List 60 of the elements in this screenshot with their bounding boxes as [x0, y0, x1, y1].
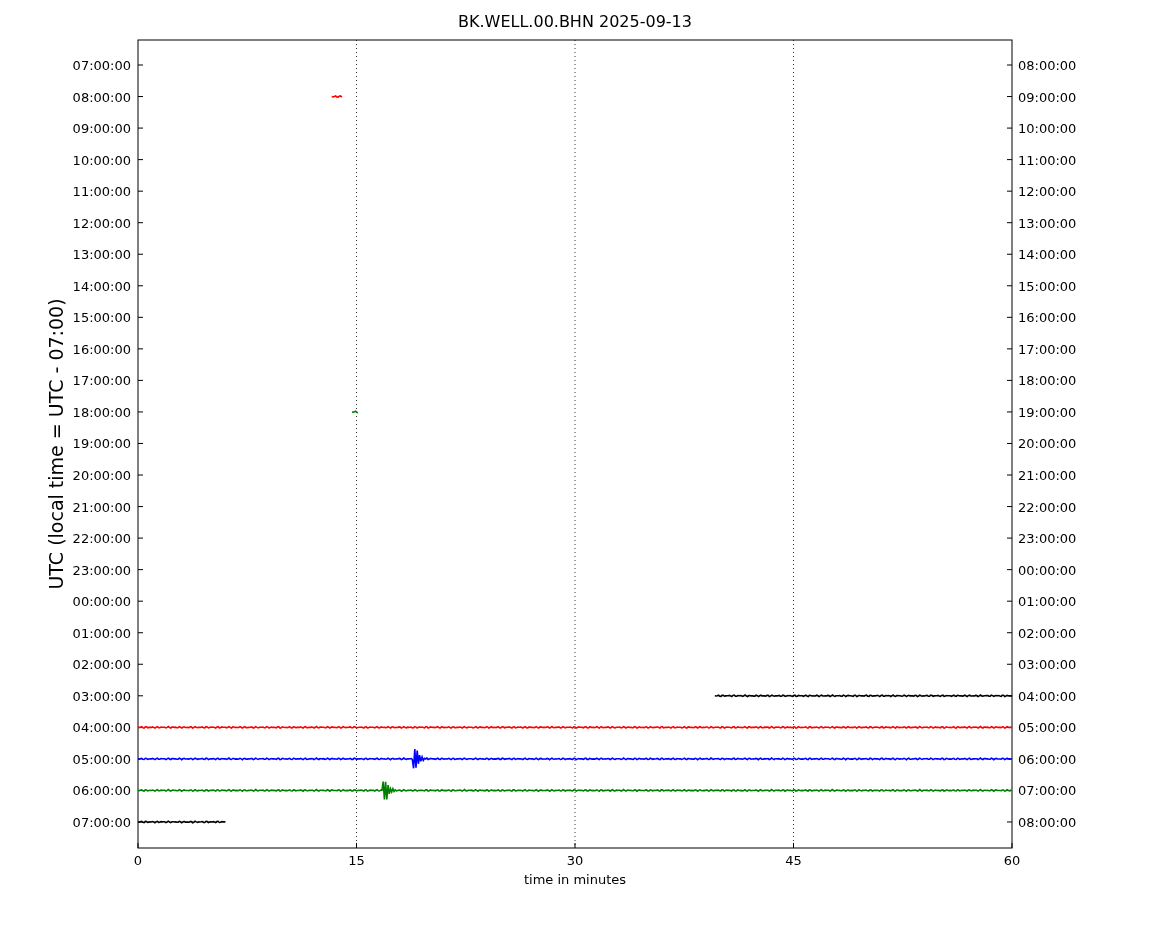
- y-tick-label: 03:00:00: [72, 688, 131, 704]
- y-tick-label: 07:00:00: [1018, 783, 1077, 799]
- y-tick-label: 16:00:00: [72, 341, 131, 357]
- y-tick-label: 20:00:00: [72, 468, 131, 483]
- waveform-drawing: [351, 410, 359, 414]
- y-tick-label: 08:00:00: [1018, 814, 1077, 830]
- x-axis-label: time in minutes: [523, 872, 627, 887]
- y-tick-label: 01:00:00: [72, 625, 131, 641]
- y-tick-label: 22:00:00: [72, 531, 131, 547]
- y-tick-label: 10:00:00: [72, 152, 131, 168]
- y-tick-label: 05:00:00: [1018, 720, 1077, 736]
- y-tick-label: 13:00:00: [1018, 215, 1077, 231]
- y-axis-label: UTC (local time = UTC - 07:00): [45, 298, 67, 590]
- y-tick-label: 17:00:00: [72, 373, 131, 389]
- y-tick-label: 23:00:00: [72, 562, 131, 578]
- y-tick-label: 16:00:00: [1018, 310, 1077, 326]
- y-tick-label: 22:00:00: [1018, 499, 1077, 515]
- waveform-drawing: [330, 95, 343, 99]
- y-tick-label: 20:00:00: [1018, 436, 1077, 452]
- y-tick-label: 19:00:00: [72, 436, 131, 452]
- y-tick-label: 02:00:00: [1018, 625, 1077, 641]
- y-tick-label: 18:00:00: [1018, 373, 1077, 389]
- y-tick-label: 21:00:00: [1018, 468, 1077, 483]
- y-tick-label: 07:00:00: [72, 814, 131, 830]
- y-tick-label: 08:00:00: [72, 89, 131, 105]
- y-tick-label: 04:00:00: [72, 720, 131, 736]
- x-tick-label: 15: [348, 853, 365, 868]
- y-tick-label: 13:00:00: [72, 247, 131, 263]
- y-tick-label: 04:00:00: [1018, 688, 1077, 704]
- y-tick-label: 23:00:00: [1018, 531, 1077, 547]
- y-tick-label: 08:00:00: [1018, 58, 1077, 73]
- y-tick-label: 12:00:00: [72, 215, 131, 231]
- y-tick-label: 21:00:00: [72, 499, 131, 515]
- y-tick-label: 15:00:00: [72, 310, 131, 326]
- y-tick-label: 07:00:00: [72, 58, 131, 73]
- y-tick-label: 19:00:00: [1018, 404, 1077, 420]
- y-tick-label: 00:00:00: [1018, 562, 1077, 578]
- y-tick-label: 03:00:00: [1018, 657, 1077, 673]
- y-tick-label: 06:00:00: [1018, 751, 1077, 767]
- y-tick-label: 02:00:00: [72, 657, 131, 673]
- y-tick-label: 01:00:00: [1018, 594, 1077, 610]
- x-tick-label: 30: [566, 853, 584, 868]
- y-tick-label: 06:00:00: [72, 783, 131, 799]
- y-tick-label: 15:00:00: [1018, 278, 1077, 294]
- y-tick-label: 09:00:00: [72, 121, 131, 137]
- y-tick-label: 05:00:00: [72, 751, 131, 767]
- y-tick-label: 10:00:00: [1018, 121, 1077, 137]
- y-tick-label: 14:00:00: [1018, 247, 1077, 263]
- y-tick-label: 12:00:00: [1018, 184, 1077, 200]
- x-tick-label: 60: [1003, 853, 1021, 868]
- y-tick-label: 09:00:00: [1018, 89, 1077, 105]
- x-tick-label: 45: [785, 853, 802, 868]
- y-tick-label: 00:00:00: [72, 594, 131, 610]
- y-tick-label: 17:00:00: [1018, 341, 1077, 357]
- y-tick-label: 11:00:00: [72, 184, 131, 200]
- y-tick-label: 11:00:00: [1018, 152, 1077, 168]
- x-tick-label: 0: [133, 853, 143, 868]
- chart-title: BK.WELL.00.BHN 2025-09-13: [457, 12, 693, 31]
- y-tick-label: 14:00:00: [72, 278, 131, 294]
- y-tick-label: 18:00:00: [72, 404, 131, 420]
